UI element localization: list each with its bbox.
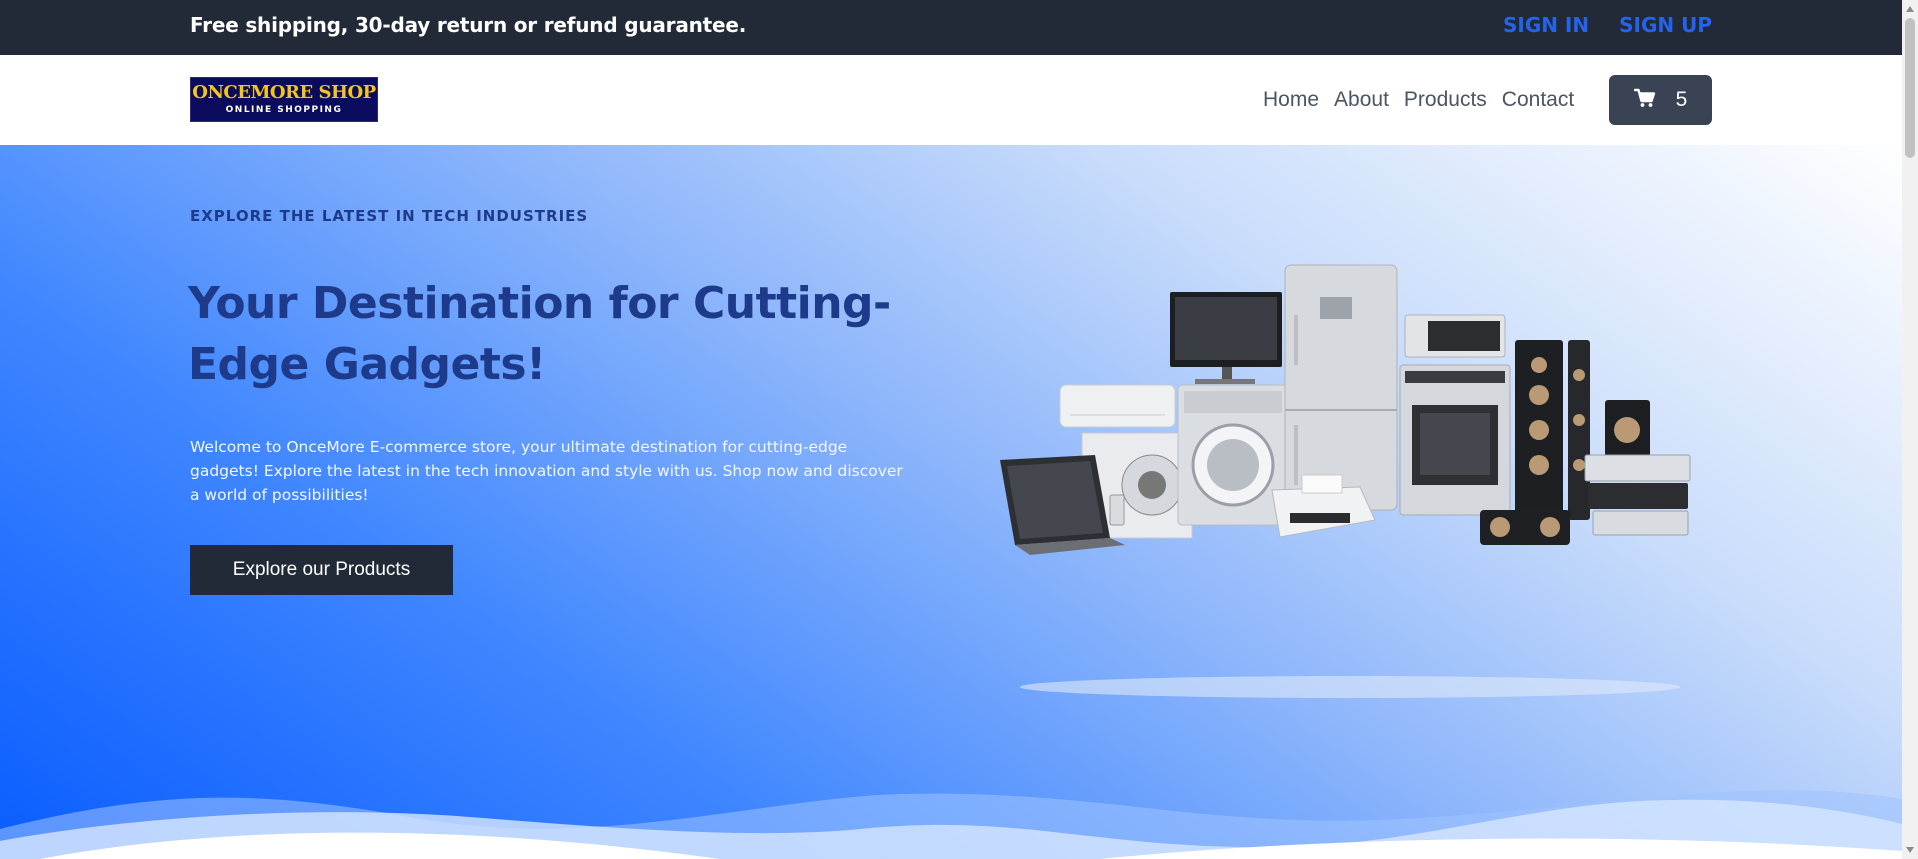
hero-title: Your Destination for Cutting-Edge Gadget… xyxy=(188,278,891,390)
main-navbar: ONCEMORE SHOP ONLINE SHOPPING Home About… xyxy=(0,55,1902,145)
nav-products[interactable]: Products xyxy=(1404,88,1487,112)
page-scrollbar[interactable] xyxy=(1902,0,1918,859)
appliances-image xyxy=(1000,264,1691,698)
auth-links: SIGN IN SIGN UP xyxy=(1503,13,1712,37)
nav-about[interactable]: About xyxy=(1334,88,1389,112)
scroll-down-icon[interactable] xyxy=(1906,847,1914,853)
scrollbar-thumb[interactable] xyxy=(1905,18,1915,158)
hero-waves-decoration xyxy=(0,790,1902,859)
explore-products-button[interactable]: Explore our Products xyxy=(190,545,453,595)
nav-menu: Home About Products Contact xyxy=(1263,88,1574,112)
site-logo[interactable]: ONCEMORE SHOP ONLINE SHOPPING xyxy=(190,77,378,122)
cart-button[interactable]: 5 xyxy=(1609,75,1712,125)
sign-in-link[interactable]: SIGN IN xyxy=(1503,13,1589,37)
cart-icon xyxy=(1633,88,1656,112)
sign-up-link[interactable]: SIGN UP xyxy=(1619,13,1712,37)
cart-count: 5 xyxy=(1675,88,1688,111)
scroll-up-icon[interactable] xyxy=(1906,6,1914,12)
hero-kicker: EXPLORE THE LATEST IN TECH INDUSTRIES xyxy=(190,207,589,225)
logo-title: ONCEMORE SHOP xyxy=(192,82,376,103)
logo-subtitle: ONLINE SHOPPING xyxy=(225,105,343,115)
hero-description: Welcome to OnceMore E-commerce store, yo… xyxy=(190,438,903,504)
hero-section: EXPLORE THE LATEST IN TECH INDUSTRIES Yo… xyxy=(0,145,1902,859)
nav-home[interactable]: Home xyxy=(1263,88,1319,112)
announcement-bar: Free shipping, 30-day return or refund g… xyxy=(0,0,1902,55)
nav-contact[interactable]: Contact xyxy=(1502,88,1574,112)
shipping-promo: Free shipping, 30-day return or refund g… xyxy=(190,13,747,37)
